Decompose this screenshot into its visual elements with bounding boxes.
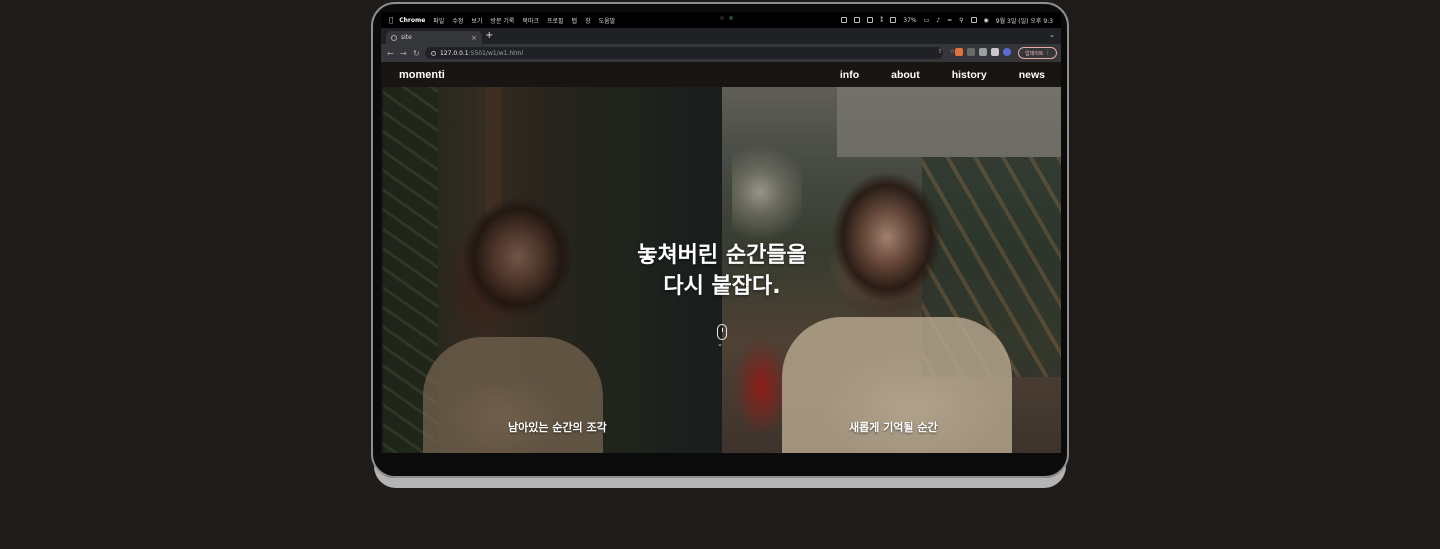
puzzle-icon[interactable] xyxy=(979,48,987,56)
extension-icon[interactable] xyxy=(967,48,975,56)
headline-line-1: 놓쳐버린 순간들을 xyxy=(637,243,807,268)
browser-toolbar: ← → ↻ 127.0.0.1 :5501/w1/w1.html ⇧ ☆ 업데이… xyxy=(381,44,1061,62)
url-host: 127.0.0.1 xyxy=(440,49,469,57)
menu-item-bookmarks[interactable]: 북마크 xyxy=(522,16,539,25)
camera-indicator xyxy=(729,16,733,20)
website: momenti info about history news 놓쳐버린 순간들… xyxy=(381,62,1061,453)
browser-tab[interactable]: site × xyxy=(386,31,482,44)
status-area: ⁑ 37% ▭ ♪ ≈ ⚲ ◉ 9월 3일 (일) 오후 9:3 xyxy=(841,12,1053,28)
update-label: 업데이트 xyxy=(1025,50,1044,57)
apple-icon[interactable]:  xyxy=(389,16,393,24)
menu-item-tab[interactable]: 탭 xyxy=(572,16,578,25)
menu-item-file[interactable]: 파일 xyxy=(433,16,444,25)
search-icon[interactable]: ⚲ xyxy=(959,17,963,24)
nav-news[interactable]: news xyxy=(1019,69,1045,81)
site-info-icon[interactable] xyxy=(431,50,436,56)
laptop-frame:  Chrome 파일 수정 보기 방문 기록 북마크 프로필 탭 창 도움말 … xyxy=(371,2,1069,488)
volume-icon[interactable]: ♪ xyxy=(936,17,940,24)
nav-about[interactable]: about xyxy=(891,69,920,81)
globe-icon xyxy=(391,34,397,41)
menu-item-edit[interactable]: 수정 xyxy=(452,16,463,25)
tab-search-chevron-icon[interactable]: ⌄ xyxy=(1049,31,1055,39)
new-tab-button[interactable]: + xyxy=(485,30,493,41)
camera-lens xyxy=(720,16,724,20)
wifi-icon[interactable]: ≈ xyxy=(947,17,952,24)
tab-strip: site × + ⌄ xyxy=(381,28,1061,44)
camera-notch xyxy=(687,12,763,28)
omnibox-actions: ⇧ ☆ xyxy=(938,48,955,55)
hero-section: 놓쳐버린 순간들을 다시 붙잡다. ⌄ 남아있는 순간의 조각 새롭게 기억될 … xyxy=(383,87,1061,453)
extensions-area xyxy=(955,48,1011,56)
menu-item-history[interactable]: 방문 기록 xyxy=(490,16,514,25)
tab-title: site xyxy=(401,34,412,41)
menu-item-help[interactable]: 도움말 xyxy=(599,16,616,25)
clock-datetime[interactable]: 9월 3일 (일) 오후 9:3 xyxy=(996,16,1053,25)
status-app-icon[interactable] xyxy=(854,17,861,23)
caption-right: 새롭게 기억될 순간 xyxy=(849,421,938,434)
nav-history[interactable]: history xyxy=(952,69,987,81)
status-app-icon[interactable] xyxy=(890,17,897,23)
forward-icon[interactable]: → xyxy=(400,49,413,58)
back-icon[interactable]: ← xyxy=(387,49,400,58)
menu-item-profiles[interactable]: 프로필 xyxy=(547,16,564,25)
side-panel-icon[interactable] xyxy=(991,48,999,56)
siri-icon[interactable]: ◉ xyxy=(984,17,989,24)
update-button[interactable]: 업데이트 ⋮ xyxy=(1018,47,1057,59)
close-tab-icon[interactable]: × xyxy=(471,34,477,42)
url-path: :5501/w1/w1.html xyxy=(468,49,523,57)
status-app-icon[interactable] xyxy=(841,17,848,23)
extension-icon[interactable] xyxy=(955,48,963,56)
share-icon[interactable]: ⇧ xyxy=(938,48,943,55)
chevron-down-icon: ⌄ xyxy=(717,340,723,348)
bluetooth-icon[interactable]: ⁑ xyxy=(880,17,883,24)
battery-icon[interactable]: ▭ xyxy=(924,17,930,24)
address-bar[interactable]: 127.0.0.1 :5501/w1/w1.html xyxy=(425,47,943,59)
menu-item-window[interactable]: 창 xyxy=(585,16,591,25)
site-logo[interactable]: momenti xyxy=(399,69,445,81)
nav-info[interactable]: info xyxy=(840,69,859,81)
control-center-icon[interactable] xyxy=(970,17,977,23)
laptop-screen:  Chrome 파일 수정 보기 방문 기록 북마크 프로필 탭 창 도움말 … xyxy=(381,12,1061,453)
status-app-icon[interactable] xyxy=(867,17,874,23)
hero-headline: 놓쳐버린 순간들을 다시 붙잡다. xyxy=(383,240,1061,302)
menu-app-name[interactable]: Chrome xyxy=(399,17,425,24)
laptop-lid:  Chrome 파일 수정 보기 방문 기록 북마크 프로필 탭 창 도움말 … xyxy=(371,2,1069,478)
site-header: momenti info about history news xyxy=(381,62,1061,87)
scroll-mouse-icon[interactable] xyxy=(717,324,727,340)
site-nav: info about history news xyxy=(808,62,1045,87)
caption-left: 남아있는 순간의 조각 xyxy=(508,421,607,434)
battery-percent[interactable]: 37% xyxy=(903,17,916,24)
profile-avatar[interactable] xyxy=(1003,48,1011,56)
headline-line-2: 다시 붙잡다. xyxy=(663,274,781,299)
menu-item-view[interactable]: 보기 xyxy=(471,16,482,25)
